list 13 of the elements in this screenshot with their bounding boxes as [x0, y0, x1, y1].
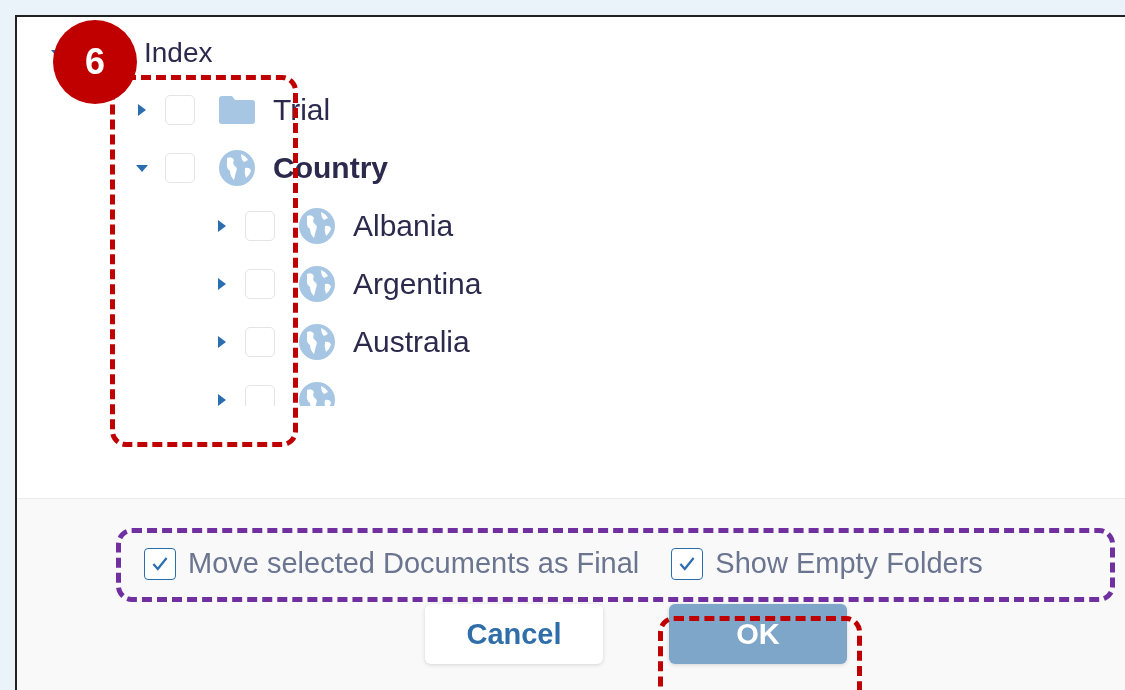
checkbox[interactable]	[671, 547, 704, 580]
checkbox[interactable]	[144, 547, 176, 580]
cancel-button[interactable]: Cancel	[425, 604, 603, 664]
tree-item-label[interactable]: Country	[273, 151, 388, 185]
globe-icon	[299, 266, 335, 302]
tree-item-label[interactable]: Index	[144, 37, 213, 69]
globe-icon	[219, 150, 255, 186]
tree-item-label[interactable]: Argentina	[353, 267, 482, 301]
tree-item-label[interactable]: Australia	[353, 325, 470, 359]
globe-icon	[299, 208, 335, 244]
globe-icon	[299, 324, 335, 360]
folder-icon	[219, 96, 255, 124]
tree-item-label[interactable]: Albania	[353, 209, 454, 243]
